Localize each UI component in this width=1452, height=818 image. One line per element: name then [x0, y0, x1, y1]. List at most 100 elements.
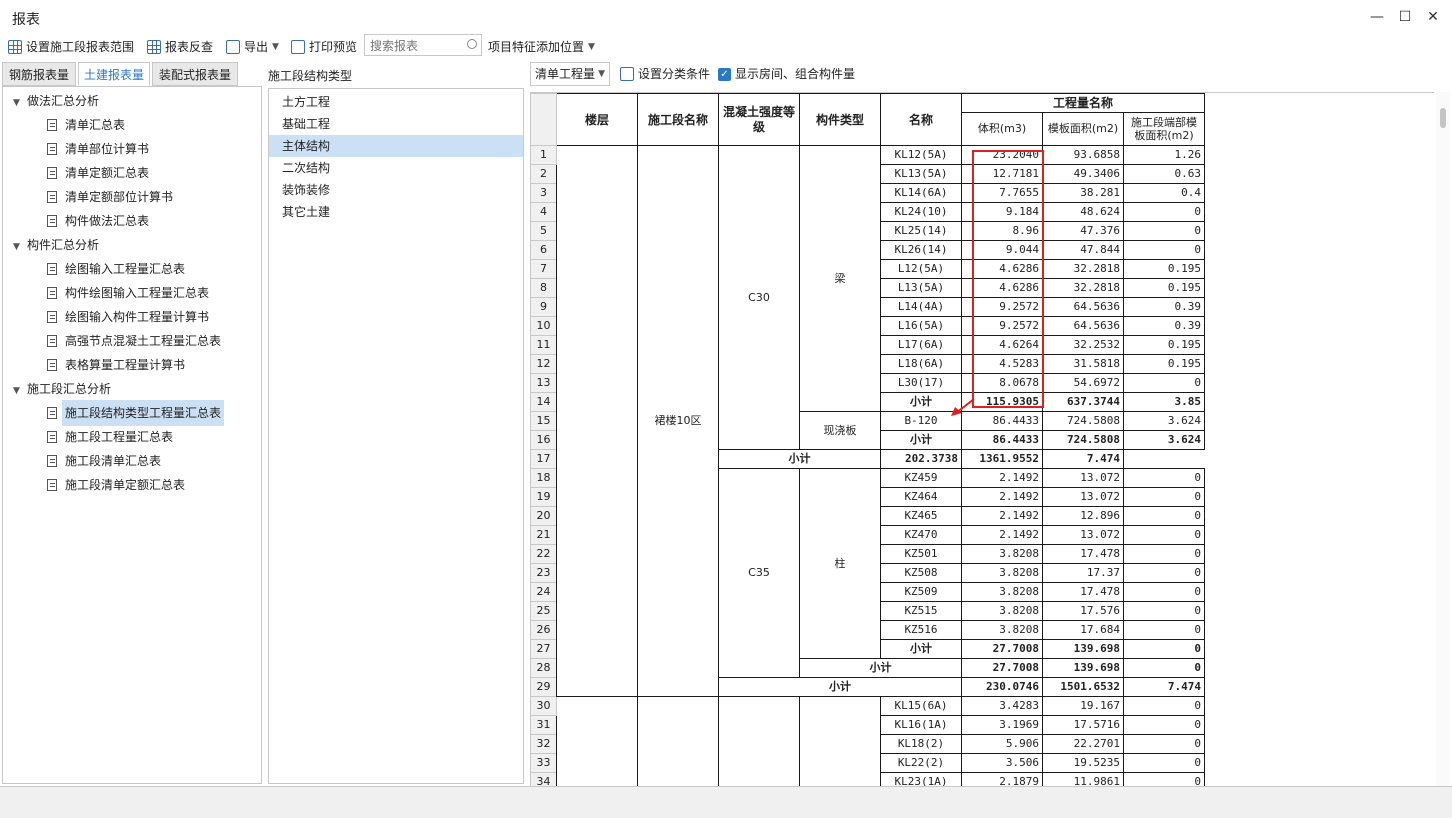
- tree-report-label: 施工段结构类型工程量汇总表: [62, 400, 225, 426]
- search-icon[interactable]: [467, 39, 477, 49]
- table-row[interactable]: 1 裙楼10区 C30 梁 KL12(5A) 23.2040 93.6858 1.26: [530, 145, 1205, 697]
- cell-grade: C30: [718, 145, 800, 450]
- cell-component-name: KZ465: [880, 506, 962, 526]
- scrollbar-thumb[interactable]: [1440, 108, 1446, 128]
- row-number: 12: [530, 354, 557, 374]
- tree-group[interactable]: ▼ 施工段汇总分析: [3, 377, 261, 401]
- tab-rebar-report[interactable]: 钢筋报表量: [2, 62, 76, 86]
- cell-end-formwork: 0.195: [1123, 259, 1205, 279]
- tree-group[interactable]: ▼ 构件汇总分析: [3, 233, 261, 257]
- report-toolbar: 清单工程量 ▼ 设置分类条件 ✓ 显示房间、组合构件量: [530, 62, 1452, 88]
- tree-report-label: 清单定额部位计算书: [65, 190, 174, 204]
- structure-type-item[interactable]: 主体结构: [269, 135, 523, 157]
- tree-report-item[interactable]: 施工段清单定额汇总表: [3, 473, 261, 497]
- cell-floor: [556, 145, 638, 697]
- print-icon: [291, 40, 305, 54]
- tree-report-label: 构件绘图输入工程量汇总表: [65, 286, 210, 300]
- export-icon: [226, 40, 240, 54]
- cell-component-name: KL15(6A): [880, 696, 962, 716]
- cell-component-name: KL12(5A): [880, 145, 962, 165]
- cell-formwork: 38.281: [1042, 183, 1124, 203]
- print-preview-label: 打印预览: [309, 40, 358, 54]
- minimize-button[interactable]: —: [1366, 6, 1388, 28]
- add-feature-label: 项目特征添加位置: [488, 40, 585, 54]
- tree-group-label: 做法汇总分析: [27, 94, 100, 108]
- checkbox-checked-icon[interactable]: ✓: [718, 67, 731, 81]
- tree-report-item[interactable]: 清单定额汇总表: [3, 161, 261, 185]
- show-rooms-checkbox[interactable]: ✓ 显示房间、组合构件量: [718, 64, 855, 84]
- document-icon: [47, 119, 57, 131]
- cell-grade: C35: [718, 468, 800, 678]
- cell-end-formwork: 0.4: [1123, 183, 1205, 203]
- cell-end-formwork: 0: [1123, 582, 1205, 602]
- cell-volume: 3.8208: [961, 582, 1043, 602]
- header-formwork: 模板面积(m2): [1042, 112, 1124, 146]
- cell-floor: [556, 696, 638, 787]
- annotation-highlight-box: [972, 150, 1044, 408]
- close-button[interactable]: ✕: [1422, 6, 1444, 28]
- tree-report-item[interactable]: 绘图输入工程量汇总表: [3, 257, 261, 281]
- table-vertical-scrollbar[interactable]: [1436, 92, 1450, 786]
- row-number: 17: [530, 449, 557, 469]
- header-grade: 混凝土强度等级: [718, 93, 800, 146]
- table-row[interactable]: 30 KL15(6A) 3.4283 19.167 0: [530, 696, 1205, 787]
- row-number: 7: [530, 259, 557, 279]
- tree-report-label: 构件做法汇总表: [65, 214, 150, 228]
- tree-report-item[interactable]: 构件做法汇总表: [3, 209, 261, 233]
- export-button[interactable]: 导出 ▼: [226, 37, 279, 57]
- window-title: 报表: [12, 12, 40, 28]
- structure-type-item[interactable]: 其它土建: [269, 201, 523, 223]
- quantity-type-select[interactable]: 清单工程量 ▼: [530, 62, 610, 86]
- structure-type-item[interactable]: 土方工程: [269, 91, 523, 113]
- tree-report-item[interactable]: 施工段结构类型工程量汇总表: [3, 400, 261, 426]
- structure-type-item[interactable]: 二次结构: [269, 157, 523, 179]
- maximize-button[interactable]: ☐: [1394, 6, 1416, 28]
- chevron-down-icon: ▼: [588, 42, 595, 52]
- cell-volume: 230.0746: [961, 677, 1043, 697]
- cell-component-name: KL22(2): [880, 753, 962, 773]
- cell-volume: 2.1879: [961, 772, 1043, 787]
- expand-triangle-icon[interactable]: ▼: [13, 235, 27, 259]
- tree-report-item[interactable]: 绘图输入构件工程量计算书: [3, 305, 261, 329]
- tab-prefab-report[interactable]: 装配式报表量: [152, 62, 238, 86]
- cell-formwork: 13.072: [1042, 525, 1124, 545]
- report-search-box[interactable]: [364, 34, 482, 56]
- expand-triangle-icon[interactable]: ▼: [13, 91, 27, 115]
- cell-component-name: L17(6A): [880, 335, 962, 355]
- tree-report-item[interactable]: 清单汇总表: [3, 113, 261, 137]
- tree-report-item[interactable]: 施工段清单汇总表: [3, 449, 261, 473]
- reverse-lookup-button[interactable]: 报表反查: [147, 37, 213, 57]
- set-classify-button[interactable]: 设置分类条件: [620, 64, 710, 84]
- tab-civil-report[interactable]: 土建报表量: [78, 62, 150, 86]
- print-preview-button[interactable]: 打印预览: [291, 37, 357, 57]
- set-range-button[interactable]: 设置施工段报表范围: [8, 37, 134, 57]
- tree-report-item[interactable]: 构件绘图输入工程量汇总表: [3, 281, 261, 305]
- report-type-tabs: 钢筋报表量 土建报表量 装配式报表量: [2, 62, 262, 86]
- cell-formwork: 49.3406: [1042, 164, 1124, 184]
- add-feature-position-dropdown[interactable]: 项目特征添加位置 ▼: [488, 37, 595, 57]
- cell-end-formwork: 0.63: [1123, 164, 1205, 184]
- row-number: 4: [530, 202, 557, 222]
- cell-grade: [718, 696, 800, 787]
- tree-report-item[interactable]: 施工段工程量汇总表: [3, 425, 261, 449]
- cell-end-formwork: 0: [1123, 715, 1205, 735]
- tree-report-item[interactable]: 高强节点混凝土工程量汇总表: [3, 329, 261, 353]
- cell-component-name: KZ515: [880, 601, 962, 621]
- cell-end-formwork: 0: [1123, 487, 1205, 507]
- row-number: 15: [530, 411, 557, 431]
- tree-report-item[interactable]: 清单定额部位计算书: [3, 185, 261, 209]
- header-quantity-name: 工程量名称: [961, 93, 1205, 113]
- row-number: 22: [530, 544, 557, 564]
- search-input[interactable]: [368, 36, 468, 56]
- tree-report-item[interactable]: 清单部位计算书: [3, 137, 261, 161]
- tree-group[interactable]: ▼ 做法汇总分析: [3, 89, 261, 113]
- cell-formwork: 724.5808: [1042, 430, 1124, 450]
- tree-report-label: 绘图输入工程量汇总表: [65, 262, 186, 276]
- structure-type-item[interactable]: 装饰装修: [269, 179, 523, 201]
- tree-report-item[interactable]: 表格算量工程量计算书: [3, 353, 261, 377]
- structure-type-item[interactable]: 基础工程: [269, 113, 523, 135]
- header-segment: 施工段名称: [637, 93, 719, 146]
- tree-group-label: 施工段汇总分析: [27, 382, 112, 396]
- expand-triangle-icon[interactable]: ▼: [13, 379, 27, 403]
- cell-formwork: 637.3744: [1042, 392, 1124, 412]
